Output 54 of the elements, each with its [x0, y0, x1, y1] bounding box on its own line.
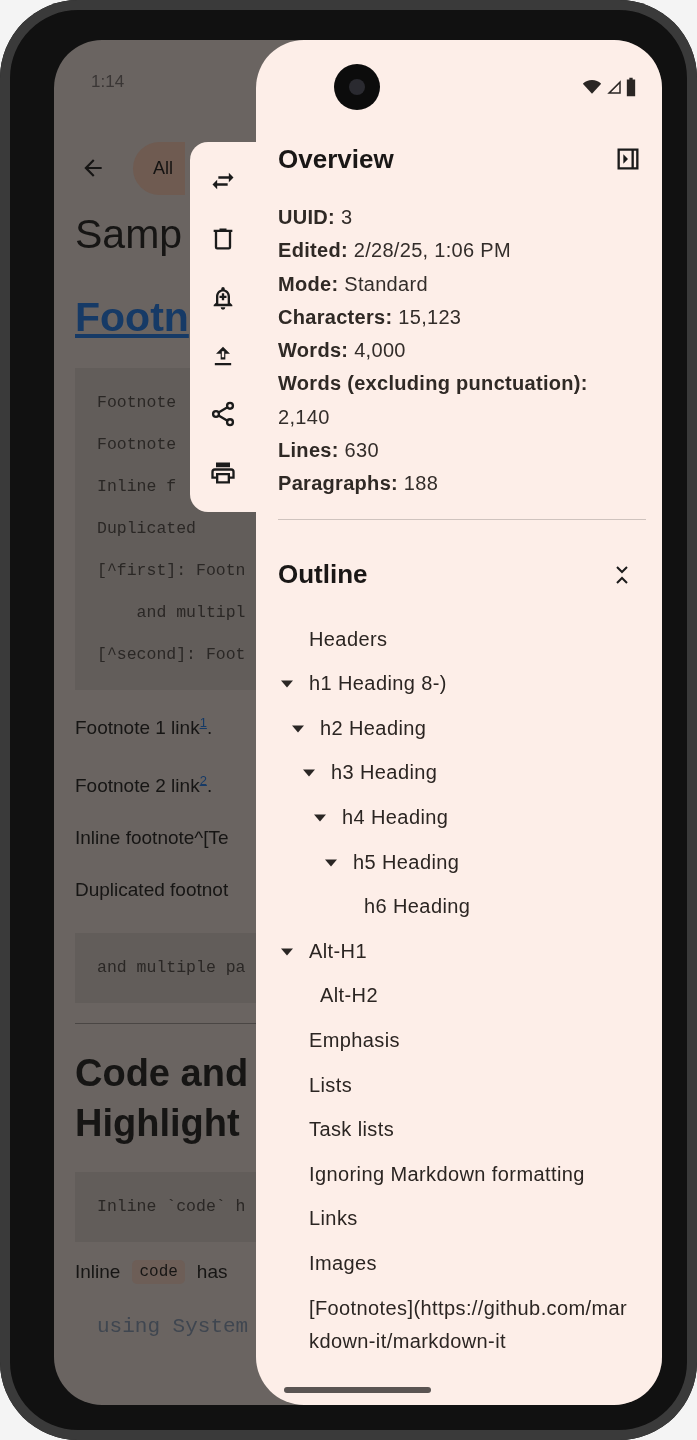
stat-line: Paragraphs: 188 — [278, 471, 440, 497]
stat-line: Words: 4,000 — [278, 338, 407, 364]
paragraph: Footnote 2 link$^{2}$. — [75, 771, 213, 798]
code-line: Footnote — [97, 392, 177, 414]
outline-item[interactable]: h5 Heading — [353, 839, 460, 885]
outline-item[interactable]: h2 Heading — [320, 705, 427, 751]
outline-item[interactable]: Alt-H1 — [309, 928, 367, 974]
caret-icon[interactable] — [281, 680, 293, 689]
code-line: [^second]: Foot — [97, 644, 246, 666]
stat-line: UUID: 3 — [278, 205, 354, 230]
outline-item[interactable]: [Footnotes](https://github.com/markdown-it/markdown-it — [309, 1285, 634, 1358]
outline-item[interactable]: Task lists — [309, 1107, 395, 1152]
overview-title: Overview — [278, 143, 394, 175]
code-line: and multiple pa — [97, 956, 246, 979]
code-line: Inline f — [97, 476, 177, 498]
caret-icon[interactable] — [303, 769, 315, 778]
code-line: [^first]: Footn — [97, 560, 246, 582]
share-icon[interactable] — [209, 400, 237, 429]
camera-icon — [334, 64, 380, 110]
document-title: Samp — [75, 210, 183, 259]
code-line: Inline `code` h — [97, 1195, 246, 1218]
paragraph: Duplicated footnot — [75, 877, 229, 902]
caret-icon[interactable] — [281, 947, 293, 956]
paragraph: Inline footnote^[Te — [75, 825, 229, 850]
stat-line: Words (excluding punctuation): 2,140 — [278, 371, 589, 430]
inline-code: code — [132, 1259, 185, 1284]
paragraph: Footnote 1 link$^{1}$. — [75, 714, 213, 741]
code-line: and multipl — [135, 602, 246, 624]
stat-line: Mode: Standard — [278, 271, 429, 297]
outline-item[interactable]: h4 Heading — [342, 795, 449, 840]
stat-line: Characters: 15,123 — [278, 304, 463, 330]
outline-item[interactable]: h1 Heading 8-) — [309, 661, 447, 706]
battery-icon — [626, 77, 636, 97]
section-heading: Code and Highlight — [75, 1050, 249, 1146]
code-line: Footnote — [97, 434, 177, 456]
outline-item[interactable]: Links — [309, 1196, 358, 1241]
paragraph-text: Inline — [75, 1260, 121, 1283]
stat-line: Edited: 2/28/25, 1:06 PM — [278, 238, 512, 264]
code-line: Duplicated — [97, 518, 197, 540]
outline-item[interactable]: Headers — [309, 616, 388, 662]
outline-item[interactable]: Images — [309, 1241, 377, 1286]
caret-icon[interactable] — [292, 724, 304, 733]
outline-item[interactable]: h3 Heading — [331, 750, 438, 796]
caret-icon[interactable] — [314, 814, 326, 823]
outline-title: Outline — [278, 559, 368, 591]
stat-line: Lines: 630 — [278, 438, 380, 464]
outline-item[interactable]: Lists — [309, 1062, 353, 1108]
caret-icon[interactable] — [325, 858, 337, 867]
outline-item[interactable]: h6 Heading — [364, 884, 471, 929]
paragraph-text: has — [196, 1260, 228, 1283]
outline-item[interactable]: Emphasis — [309, 1018, 400, 1063]
outline-item[interactable]: Alt-H2 — [320, 973, 378, 1018]
signal-icon — [605, 78, 623, 96]
outline-item[interactable]: Ignoring Markdown formatting — [309, 1151, 585, 1197]
